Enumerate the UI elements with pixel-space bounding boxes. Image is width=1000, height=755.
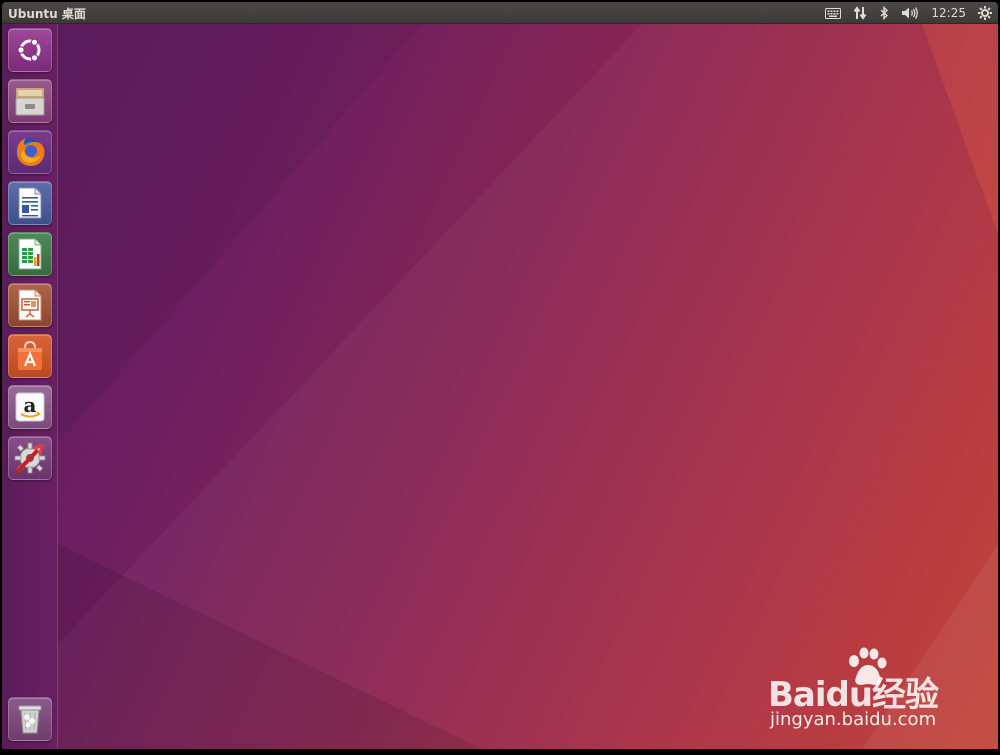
launcher-item-writer[interactable]: [8, 181, 52, 225]
firefox-icon: [16, 138, 45, 166]
gear-icon[interactable]: [978, 2, 992, 24]
launcher-item-software[interactable]: [8, 334, 52, 378]
network-icon[interactable]: [853, 2, 867, 24]
libreoffice-writer-icon: [18, 187, 42, 219]
ubuntu-logo-icon: [17, 38, 41, 62]
libreoffice-impress-icon: [18, 289, 42, 321]
svg-text:a: a: [24, 393, 37, 417]
libreoffice-calc-icon: [18, 238, 42, 270]
desktop-wallpaper[interactable]: [2, 24, 998, 749]
bluetooth-icon[interactable]: [879, 2, 889, 24]
trash-icon: [18, 705, 42, 734]
launcher-item-files[interactable]: [8, 79, 52, 123]
launcher-item-dash[interactable]: [8, 28, 52, 72]
launcher-item-firefox[interactable]: [8, 130, 52, 174]
launcher-item-impress[interactable]: [8, 283, 52, 327]
baidu-watermark: Baidu经验 jingyan.baidu.com: [762, 647, 962, 737]
launcher-item-amazon[interactable]: a: [8, 385, 52, 429]
keyboard-icon[interactable]: [825, 2, 842, 24]
amazon-icon: a: [15, 392, 45, 422]
software-center-icon: [18, 340, 42, 370]
launcher: a: [2, 24, 58, 749]
launcher-item-trash[interactable]: [8, 697, 52, 741]
launcher-item-calc[interactable]: [8, 232, 52, 276]
watermark-url: jingyan.baidu.com: [770, 709, 937, 730]
screen: Ubuntu 桌面 12:25 a Baidu经验 jingyan.baidu.…: [2, 2, 998, 749]
window-title: Ubuntu 桌面: [8, 7, 86, 21]
launcher-item-settings[interactable]: [8, 436, 52, 480]
system-settings-icon: [14, 442, 46, 474]
wallpaper-shapes: [58, 24, 998, 749]
indicator-area: 12:25: [813, 2, 992, 24]
volume-icon[interactable]: [901, 2, 919, 24]
top-panel: Ubuntu 桌面 12:25: [2, 2, 998, 24]
file-cabinet-icon: [15, 88, 45, 116]
clock[interactable]: 12:25: [931, 2, 966, 24]
